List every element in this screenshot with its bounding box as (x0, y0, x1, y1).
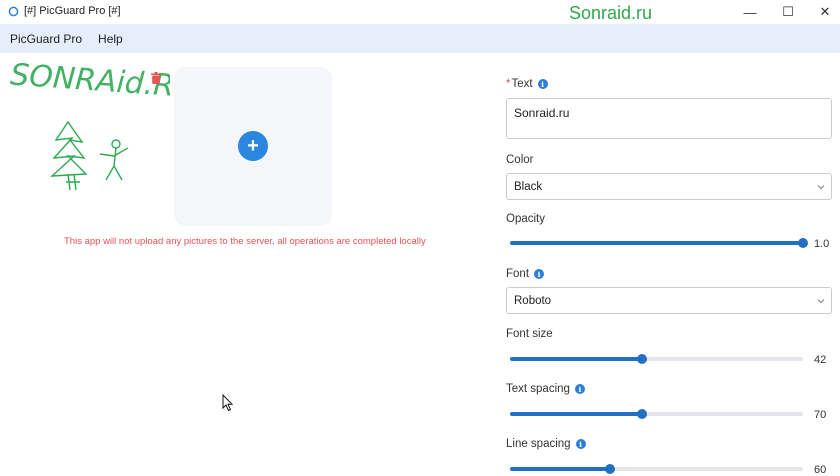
text-label: * Text i (506, 78, 548, 90)
text-input[interactable]: Sonraid.ru (506, 98, 832, 139)
minimize-button[interactable]: — (730, 0, 770, 24)
close-button[interactable]: ✕ (805, 0, 840, 24)
menu-bar: PicGuard Pro Help (0, 24, 840, 53)
font-label: Font i (506, 268, 545, 280)
line-spacing-value: 60 (814, 464, 827, 476)
menu-item-help[interactable]: Help (98, 32, 123, 46)
font-select[interactable]: Roboto (506, 287, 832, 314)
slider-fill (510, 467, 610, 471)
slider-thumb[interactable] (604, 464, 615, 474)
info-icon[interactable]: i (534, 269, 545, 279)
slider-thumb[interactable] (636, 354, 647, 364)
color-select-value: Black (514, 180, 543, 193)
info-icon[interactable]: i (575, 439, 586, 449)
line-spacing-label-text: Line spacing (506, 438, 571, 450)
watermark-text: Sonraid.ru (569, 3, 653, 23)
window-title: [#] PicGuard Pro [#] (24, 5, 121, 17)
text-label-text: Text (511, 78, 533, 90)
slider-fill (510, 357, 642, 361)
title-bar: [#] PicGuard Pro [#] Sonraid.ru — ☐ ✕ (0, 0, 840, 24)
local-processing-notice: This app will not upload any pictures to… (64, 236, 426, 247)
upload-dropzone[interactable]: + (174, 67, 332, 226)
color-label: Color (506, 154, 534, 166)
opacity-slider[interactable] (510, 237, 808, 249)
line-spacing-slider[interactable] (510, 463, 803, 475)
slider-fill (510, 241, 803, 245)
color-select[interactable]: Black (506, 173, 832, 200)
mouse-pointer-icon (222, 394, 234, 412)
menu-item-picguard-pro[interactable]: PicGuard Pro (10, 32, 82, 46)
slider-thumb[interactable] (798, 238, 808, 248)
stick-figure-drawing (99, 139, 129, 181)
font-size-value: 42 (814, 354, 827, 366)
text-spacing-label: Text spacing i (506, 383, 585, 395)
opacity-value: 1.0 (814, 238, 830, 250)
font-label-text: Font (506, 268, 530, 280)
sketch-handwritten-text: SONRAid.Ru (10, 62, 170, 105)
tree-drawing (50, 120, 88, 191)
required-mark: * (506, 78, 511, 90)
chevron-down-icon (817, 299, 825, 304)
app-icon (8, 6, 19, 17)
maximize-button[interactable]: ☐ (768, 0, 808, 24)
opacity-label: Opacity (506, 213, 545, 225)
line-spacing-label: Line spacing i (506, 438, 586, 450)
text-spacing-label-text: Text spacing (506, 383, 570, 395)
font-size-label: Font size (506, 328, 553, 340)
info-icon[interactable]: i (537, 79, 548, 89)
info-icon[interactable]: i (574, 384, 585, 394)
slider-fill (510, 412, 642, 416)
text-spacing-slider[interactable] (510, 408, 803, 420)
chevron-down-icon (817, 185, 825, 190)
trash-icon[interactable] (151, 72, 161, 84)
text-spacing-value: 70 (814, 409, 827, 421)
font-select-value: Roboto (514, 294, 552, 307)
font-size-slider[interactable] (510, 353, 803, 365)
add-image-button[interactable]: + (238, 131, 268, 161)
slider-thumb[interactable] (636, 409, 647, 419)
uploaded-image-thumbnail[interactable]: SONRAid.Ru (10, 62, 170, 194)
